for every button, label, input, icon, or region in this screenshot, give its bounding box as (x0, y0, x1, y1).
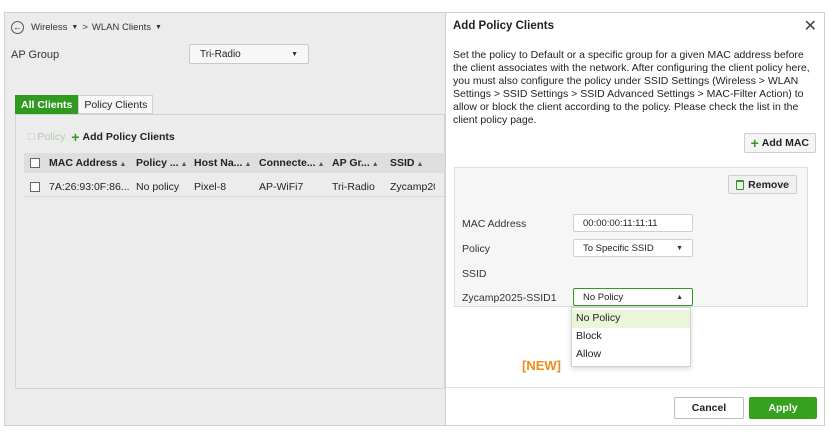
policy-button[interactable]: □ Policy (28, 131, 65, 143)
chevron-up-icon: ▲ (676, 293, 683, 301)
drawer-footer: Cancel Apply (446, 387, 824, 425)
tab-policy-clients[interactable]: Policy Clients (78, 95, 154, 114)
sort-icon: ▲ (244, 161, 252, 168)
clients-panel: □ Policy + Add Policy Clients MAC Addres… (15, 114, 446, 389)
add-mac-button[interactable]: + Add MAC (743, 133, 816, 153)
mac-address-value: 00:00:00:11:11:11 (583, 217, 658, 229)
breadcrumb-wireless[interactable]: Wireless (31, 22, 67, 33)
policy-select[interactable]: To Specific SSID ▼ (573, 239, 693, 257)
chevron-down-icon[interactable]: ▼ (155, 24, 162, 31)
apply-button[interactable]: Apply (749, 397, 817, 419)
table-toolbar: □ Policy + Add Policy Clients (28, 130, 175, 144)
sort-icon: ▲ (119, 161, 127, 168)
chevron-down-icon[interactable]: ▼ (71, 24, 78, 31)
sort-icon: ▲ (371, 161, 379, 168)
dropdown-option-block[interactable]: Block (572, 328, 690, 346)
column-header-connected[interactable]: Connecte... ▲ (259, 157, 332, 169)
cancel-button[interactable]: Cancel (674, 397, 744, 419)
sort-icon: ▲ (180, 161, 188, 168)
tab-all-clients[interactable]: All Clients (15, 95, 79, 114)
trash-icon (736, 179, 745, 190)
column-header-ssid[interactable]: SSID ▲ (390, 157, 435, 169)
cell-ssid: Zycamp20 (390, 180, 435, 193)
mac-address-input[interactable]: 00:00:00:11:11:11 (573, 214, 693, 232)
policy-icon: □ (28, 131, 35, 143)
ssid1-label: Zycamp2025-SSID1 (462, 292, 557, 304)
background-page: ← Wireless ▼ > WLAN Clients ▼ AP Group T… (5, 13, 446, 425)
breadcrumb: ← Wireless ▼ > WLAN Clients ▼ (11, 21, 162, 34)
close-icon[interactable]: ✕ (804, 16, 817, 36)
ap-group-select[interactable]: Tri-Radio ▼ (189, 44, 309, 64)
cell-ap-group: Tri-Radio (332, 180, 375, 193)
column-header-ap-group[interactable]: AP Gr... ▲ (332, 157, 390, 169)
add-policy-clients-label: Add Policy Clients (82, 131, 175, 143)
mac-entry-card: Remove MAC Address 00:00:00:11:11:11 Pol… (454, 167, 808, 307)
ssid1-policy-value: No Policy (583, 291, 624, 303)
policy-value: To Specific SSID (583, 242, 654, 254)
select-all-checkbox[interactable] (30, 158, 40, 168)
breadcrumb-separator: > (82, 22, 88, 33)
new-feature-tag: [NEW] (522, 358, 561, 373)
chevron-down-icon: ▼ (291, 50, 298, 58)
table-row[interactable]: 7A:26:93:0F:86... No policy Pixel-8 AP-W… (24, 177, 446, 197)
table-header: MAC Address ▲ Policy ... ▲ Host Na... ▲ Con… (24, 153, 446, 173)
ssid-label: SSID (462, 268, 487, 280)
drawer-title: Add Policy Clients (453, 20, 554, 32)
plus-icon: + (71, 129, 80, 145)
policy-label: Policy (462, 243, 491, 255)
cell-hostname: Pixel-8 (194, 180, 227, 193)
ap-group-label: AP Group (11, 49, 60, 61)
ssid-policy-dropdown-menu: No Policy Block Allow (571, 307, 691, 367)
cell-policy: No policy (136, 180, 180, 193)
row-checkbox[interactable] (30, 181, 40, 192)
cell-connected: AP-WiFi7 (259, 180, 304, 193)
client-tabs: All Clients Policy Clients (15, 95, 154, 114)
dropdown-option-allow[interactable]: Allow (572, 346, 690, 364)
column-header-policy[interactable]: Policy ... ▲ (136, 157, 194, 169)
mac-address-label: MAC Address (462, 218, 527, 230)
remove-button[interactable]: Remove (728, 175, 797, 194)
app-window: ← Wireless ▼ > WLAN Clients ▼ AP Group T… (4, 12, 825, 426)
remove-label: Remove (748, 178, 789, 191)
cell-mac: 7A:26:93:0F:86... (49, 180, 130, 193)
sort-icon: ▲ (416, 161, 424, 168)
ssid1-policy-select[interactable]: No Policy ▲ (573, 288, 693, 306)
sort-icon: ▲ (317, 161, 325, 168)
dropdown-option-no-policy[interactable]: No Policy (572, 310, 690, 328)
breadcrumb-wlan-clients[interactable]: WLAN Clients (92, 22, 151, 33)
plus-icon: + (750, 135, 759, 151)
column-header-mac[interactable]: MAC Address ▲ (49, 157, 136, 169)
add-policy-clients-button[interactable]: + Add Policy Clients (71, 130, 174, 144)
policy-button-label: Policy (37, 131, 66, 143)
ap-group-value: Tri-Radio (200, 48, 241, 60)
chevron-down-icon: ▼ (676, 244, 683, 252)
drawer-description: Set the policy to Default or a specific … (453, 49, 810, 126)
back-arrow-icon[interactable]: ← (11, 21, 24, 34)
add-mac-label: Add MAC (761, 137, 809, 149)
column-header-hostname[interactable]: Host Na... ▲ (194, 157, 259, 169)
